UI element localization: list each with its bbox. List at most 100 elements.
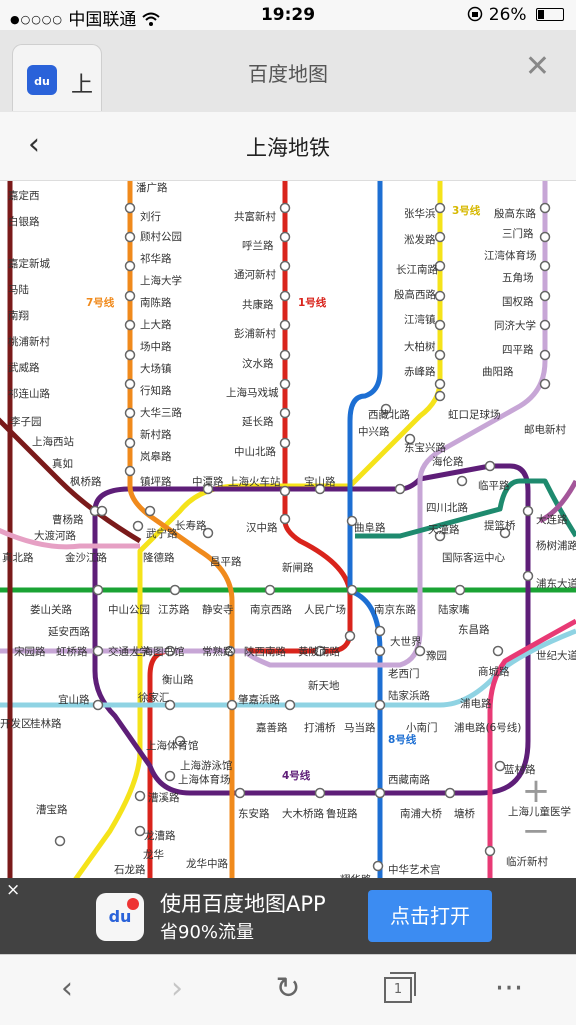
- station-node[interactable]: [539, 319, 551, 331]
- open-app-button[interactable]: 点击打开: [368, 890, 492, 942]
- station-node[interactable]: [492, 645, 504, 657]
- station-node[interactable]: [92, 645, 104, 657]
- station-node[interactable]: [164, 770, 176, 782]
- station-node[interactable]: [279, 485, 291, 497]
- station-label[interactable]: 陆家嘴: [438, 603, 470, 616]
- station-label[interactable]: 宜山路: [58, 693, 90, 706]
- station-node[interactable]: [374, 699, 386, 711]
- station-label[interactable]: 杨树浦路: [536, 539, 576, 552]
- station-label[interactable]: 西藏北路: [368, 408, 410, 421]
- station-label[interactable]: 四川北路: [426, 501, 468, 514]
- station-label[interactable]: 龙漕路: [144, 829, 176, 842]
- station-label[interactable]: 殷高东路: [494, 207, 536, 220]
- station-label[interactable]: 中华艺术宫: [388, 863, 441, 876]
- station-label[interactable]: 同济大学: [494, 319, 536, 332]
- station-label[interactable]: 南京西路: [250, 603, 292, 616]
- station-label[interactable]: 海伦路: [432, 455, 464, 468]
- station-node[interactable]: [434, 378, 446, 390]
- station-node[interactable]: [374, 645, 386, 657]
- station-node[interactable]: [539, 260, 551, 272]
- station-label[interactable]: 武威路: [8, 361, 40, 374]
- station-label[interactable]: 大木桥路: [282, 807, 324, 820]
- station-label[interactable]: 东昌路: [458, 623, 490, 636]
- station-label[interactable]: 中兴路: [358, 425, 390, 438]
- station-node[interactable]: [234, 787, 246, 799]
- station-node[interactable]: [132, 520, 144, 532]
- station-label[interactable]: 龙华: [143, 848, 164, 861]
- station-label[interactable]: 曲阳路: [482, 365, 514, 378]
- station-label[interactable]: 刘行: [140, 210, 161, 223]
- station-node[interactable]: [394, 483, 406, 495]
- station-node[interactable]: [279, 231, 291, 243]
- station-node[interactable]: [372, 860, 384, 872]
- station-label[interactable]: 场中路: [140, 340, 172, 353]
- station-label[interactable]: 五角场: [502, 271, 534, 284]
- station-label[interactable]: 白银路: [8, 215, 40, 228]
- tabs-button[interactable]: 1: [373, 967, 423, 1011]
- station-node[interactable]: [344, 630, 356, 642]
- station-node[interactable]: [374, 787, 386, 799]
- station-node[interactable]: [134, 790, 146, 802]
- station-label[interactable]: 邮电新村: [524, 423, 566, 436]
- station-label[interactable]: 祁华路: [140, 252, 172, 265]
- station-label[interactable]: 武宁路: [146, 527, 178, 540]
- station-label[interactable]: 延长路: [242, 415, 274, 428]
- station-label[interactable]: 开发区: [0, 717, 32, 730]
- station-label[interactable]: 常熟路: [202, 645, 234, 658]
- banner-close-icon[interactable]: ×: [6, 880, 20, 900]
- station-node[interactable]: [279, 513, 291, 525]
- station-label[interactable]: 金沙江路: [65, 551, 107, 564]
- station-node[interactable]: [539, 202, 551, 214]
- station-label[interactable]: 上海体育场: [178, 773, 231, 786]
- station-node[interactable]: [434, 390, 446, 402]
- station-label[interactable]: 镇坪路: [140, 475, 172, 488]
- station-label[interactable]: 南翔: [8, 309, 29, 322]
- station-label[interactable]: 祁连山路: [8, 387, 50, 400]
- station-label[interactable]: 长寿路: [175, 519, 207, 532]
- station-label[interactable]: 东安路: [238, 807, 270, 820]
- station-label[interactable]: 浦电路(6号线): [454, 721, 521, 734]
- station-label[interactable]: 马陆: [8, 283, 29, 296]
- metro-map[interactable]: 嘉定西 白银路 嘉定新城 马陆 南翔 桃浦新村 武威路 祁连山路 李子园 上海西站 真如 枫桥路 曹杨路…: [0, 181, 576, 878]
- station-label[interactable]: 江苏路: [158, 603, 190, 616]
- station-node[interactable]: [279, 290, 291, 302]
- station-label[interactable]: 虹口足球场: [448, 408, 501, 421]
- station-node[interactable]: [124, 349, 136, 361]
- station-label[interactable]: 商城路: [478, 665, 510, 678]
- station-label[interactable]: 行知路: [140, 384, 172, 397]
- station-label[interactable]: 大连路: [536, 513, 568, 526]
- station-label[interactable]: 上海火车站: [228, 475, 281, 488]
- station-label[interactable]: 张华浜: [404, 207, 436, 220]
- station-label[interactable]: 长江南路: [396, 263, 438, 276]
- station-label[interactable]: 共富新村: [234, 210, 276, 223]
- station-label[interactable]: 国际客运中心: [442, 551, 505, 564]
- station-label[interactable]: 世纪大道: [536, 649, 576, 662]
- station-node[interactable]: [169, 584, 181, 596]
- station-label[interactable]: 嘉善路: [256, 721, 288, 734]
- station-label[interactable]: 宝山路: [304, 475, 336, 488]
- station-label[interactable]: 宋园路: [14, 645, 46, 658]
- station-node[interactable]: [124, 407, 136, 419]
- station-label[interactable]: 中潭路: [192, 475, 224, 488]
- station-label[interactable]: 虹桥路: [56, 645, 88, 658]
- station-label[interactable]: 临沂新村: [506, 855, 548, 868]
- station-node[interactable]: [456, 475, 468, 487]
- more-menu-icon[interactable]: ···: [484, 967, 534, 1011]
- station-label[interactable]: 彭浦新村: [234, 327, 276, 340]
- metro-map-canvas[interactable]: 嘉定西白银路嘉定新城马陆南翔桃浦新村武威路祁连山路李子园上海西站真如枫桥路曹杨路…: [0, 181, 576, 878]
- station-label[interactable]: 嘉定西: [8, 189, 40, 202]
- station-label[interactable]: 殷高西路: [394, 288, 436, 301]
- station-label[interactable]: 黄陂南路: [298, 645, 340, 658]
- station-label[interactable]: 大渡河路: [34, 529, 76, 542]
- station-node[interactable]: [539, 349, 551, 361]
- station-node[interactable]: [539, 290, 551, 302]
- station-label[interactable]: 徐家汇: [138, 691, 170, 704]
- station-label[interactable]: 漕溪路: [148, 791, 180, 804]
- station-node[interactable]: [264, 584, 276, 596]
- station-label[interactable]: 漕宝路: [36, 803, 68, 816]
- station-label[interactable]: 曹杨路: [52, 513, 84, 526]
- station-node[interactable]: [54, 835, 66, 847]
- station-node[interactable]: [434, 202, 446, 214]
- station-label[interactable]: 西藏南路: [388, 773, 430, 786]
- station-label[interactable]: 衡山路: [162, 673, 194, 686]
